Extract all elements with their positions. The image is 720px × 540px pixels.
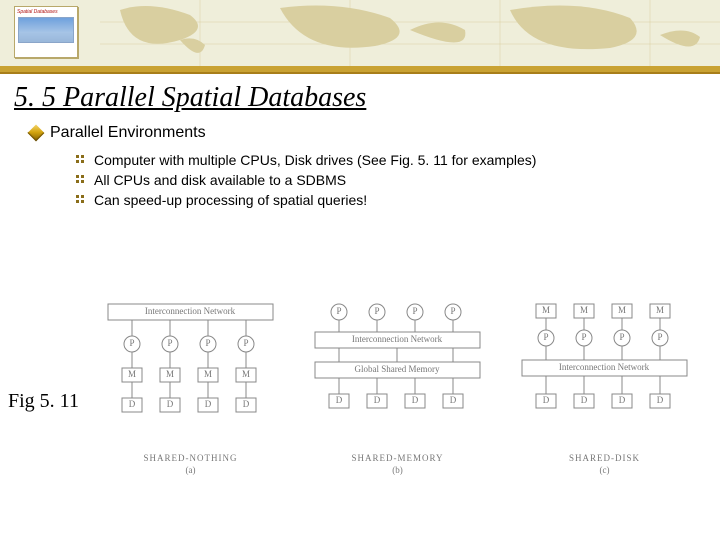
- interconn-label: Interconnection Network: [145, 306, 236, 316]
- svg-text:D: D: [450, 395, 457, 405]
- bullet-level2-text: Computer with multiple CPUs, Disk drives…: [94, 150, 536, 170]
- caption-a-sub: (a): [186, 465, 196, 475]
- diagram-caption-c: SHARED-DISK (c): [569, 453, 640, 475]
- svg-text:Interconnection Network: Interconnection Network: [559, 362, 650, 372]
- svg-text:D: D: [167, 399, 174, 409]
- svg-text:P: P: [581, 332, 586, 342]
- bullet-level2: Can speed-up processing of spatial queri…: [76, 190, 720, 210]
- dots-bullet-icon: [76, 195, 86, 205]
- bullet-level2-text: Can speed-up processing of spatial queri…: [94, 190, 367, 210]
- bullet-level1-text: Parallel Environments: [50, 124, 206, 142]
- svg-text:D: D: [205, 399, 212, 409]
- svg-text:D: D: [374, 395, 381, 405]
- svg-text:P: P: [412, 306, 417, 316]
- logo: Spatial Databases: [14, 6, 78, 58]
- diagram-shared-disk: M M M M P P P P Interconnection Network: [512, 300, 697, 475]
- bullet-level2-text: All CPUs and disk available to a SDBMS: [94, 170, 346, 190]
- bullet-level1: Parallel Environments: [30, 124, 720, 142]
- caption-b-label: SHARED-MEMORY: [351, 453, 443, 463]
- page-title: 5. 5 Parallel Spatial Databases: [14, 82, 720, 114]
- svg-text:M: M: [580, 305, 588, 315]
- sub-list: Computer with multiple CPUs, Disk drives…: [76, 150, 720, 210]
- caption-c-label: SHARED-DISK: [569, 453, 640, 463]
- svg-text:P: P: [336, 306, 341, 316]
- svg-text:D: D: [412, 395, 419, 405]
- header-map-bg: [100, 0, 720, 66]
- svg-text:P: P: [374, 306, 379, 316]
- gold-separator: [0, 66, 720, 74]
- svg-text:M: M: [618, 305, 626, 315]
- m-label: M: [128, 369, 136, 379]
- svg-text:P: P: [205, 338, 210, 348]
- content-area: Parallel Environments Computer with mult…: [30, 124, 720, 210]
- bullet-level2: All CPUs and disk available to a SDBMS: [76, 170, 720, 190]
- header-band: Spatial Databases: [0, 0, 720, 66]
- dots-bullet-icon: [76, 155, 86, 165]
- figure-5-11: Interconnection Network P M D P: [98, 300, 718, 475]
- gsm-label: Global Shared Memory: [355, 364, 440, 374]
- svg-text:M: M: [542, 305, 550, 315]
- svg-text:P: P: [543, 332, 548, 342]
- svg-text:M: M: [166, 369, 174, 379]
- svg-text:M: M: [242, 369, 250, 379]
- svg-text:P: P: [657, 332, 662, 342]
- caption-c-sub: (c): [599, 465, 609, 475]
- svg-text:Interconnection Network: Interconnection Network: [352, 334, 443, 344]
- diagram-shared-memory: P P P P Interconnection Network Global S…: [305, 300, 490, 475]
- svg-text:P: P: [619, 332, 624, 342]
- diagram-caption-b: SHARED-MEMORY (b): [351, 453, 443, 475]
- p-label: P: [129, 338, 134, 348]
- caption-a-label: SHARED-NOTHING: [144, 453, 238, 463]
- logo-image: [18, 17, 74, 43]
- diagram-shared-nothing: Interconnection Network P M D P: [98, 300, 283, 475]
- figure-label: Fig 5. 11: [8, 390, 79, 413]
- svg-text:P: P: [167, 338, 172, 348]
- bullet-level2: Computer with multiple CPUs, Disk drives…: [76, 150, 720, 170]
- svg-text:M: M: [204, 369, 212, 379]
- d-label: D: [129, 399, 136, 409]
- svg-text:D: D: [657, 395, 664, 405]
- svg-text:M: M: [656, 305, 664, 315]
- svg-text:D: D: [243, 399, 250, 409]
- svg-text:D: D: [581, 395, 588, 405]
- diagram-caption-a: SHARED-NOTHING (a): [144, 453, 238, 475]
- svg-text:P: P: [243, 338, 248, 348]
- svg-text:D: D: [543, 395, 550, 405]
- dots-bullet-icon: [76, 175, 86, 185]
- svg-text:D: D: [619, 395, 626, 405]
- diamond-bullet-icon: [28, 125, 45, 142]
- svg-text:D: D: [336, 395, 343, 405]
- svg-text:P: P: [450, 306, 455, 316]
- logo-title: Spatial Databases: [15, 7, 77, 15]
- caption-b-sub: (b): [392, 465, 403, 475]
